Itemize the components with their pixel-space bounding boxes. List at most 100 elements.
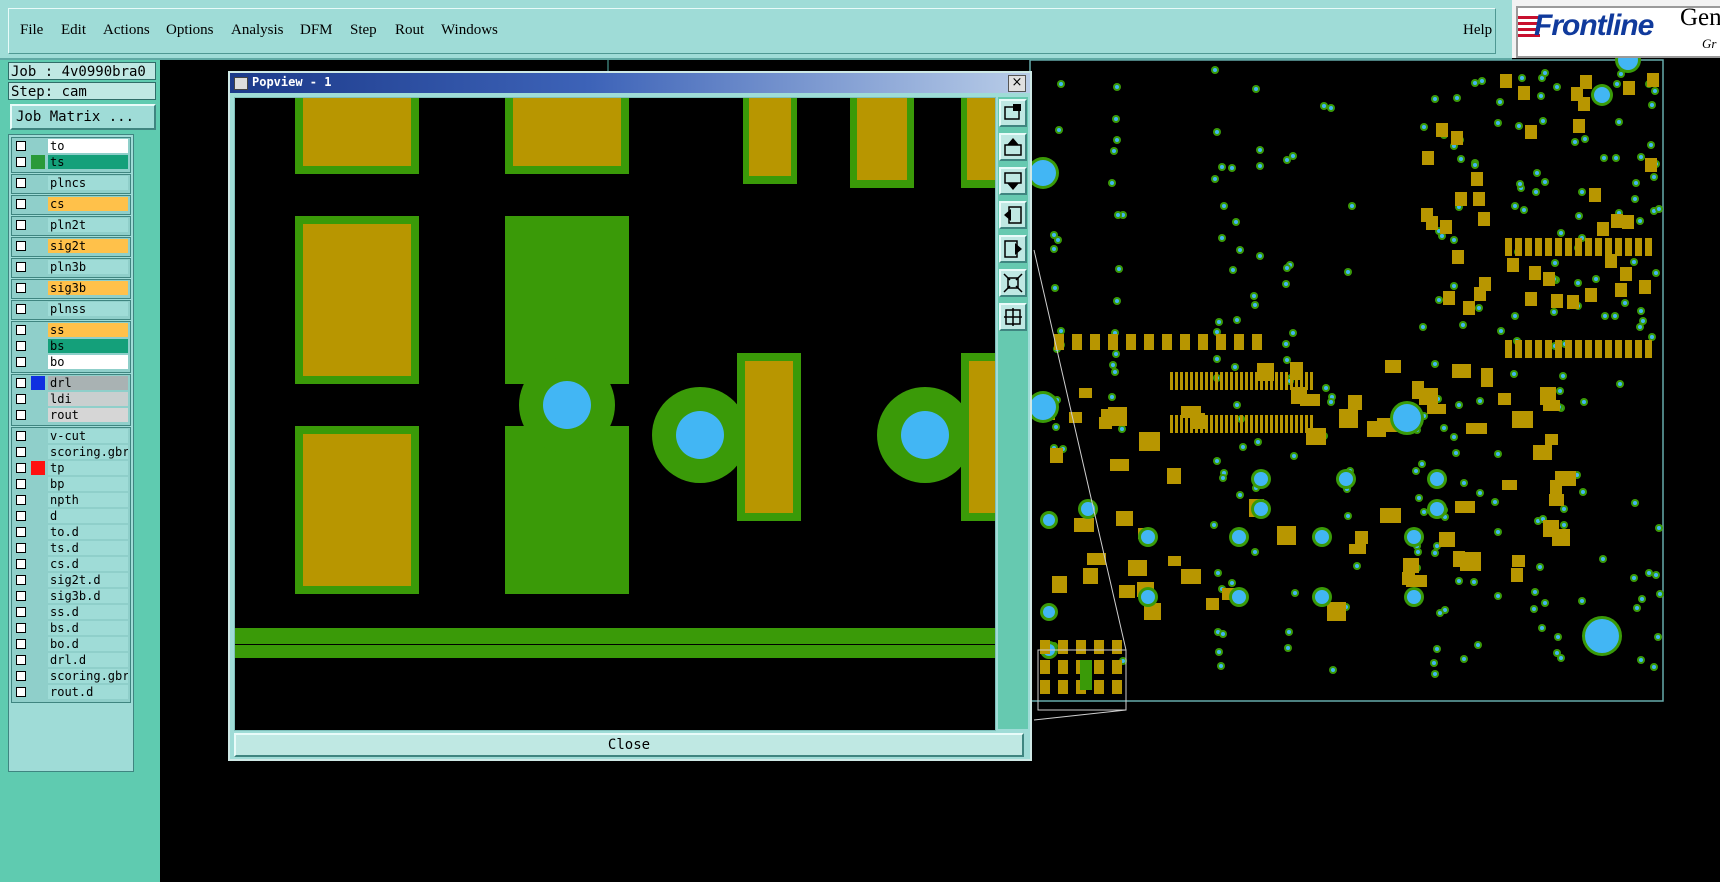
zoom-out-button[interactable] bbox=[999, 303, 1027, 331]
layer-name[interactable]: bp bbox=[48, 477, 128, 491]
layer-row[interactable]: to bbox=[12, 138, 130, 154]
layer-checkbox[interactable] bbox=[16, 262, 26, 272]
layer-checkbox[interactable] bbox=[16, 607, 26, 617]
layer-row[interactable]: plncs bbox=[12, 175, 130, 191]
layer-checkbox[interactable] bbox=[16, 410, 26, 420]
layer-row[interactable]: bo.d bbox=[12, 636, 130, 652]
layer-row[interactable]: drl bbox=[12, 375, 130, 391]
pan-right-button[interactable] bbox=[999, 235, 1027, 263]
layer-name[interactable]: bo bbox=[48, 355, 128, 369]
layer-row[interactable]: sig2t.d bbox=[12, 572, 130, 588]
layer-name[interactable]: rout bbox=[48, 408, 128, 422]
layer-row[interactable]: scoring.gbr bbox=[12, 668, 130, 684]
layer-name[interactable]: sig3b bbox=[48, 281, 128, 295]
layer-name[interactable]: plnss bbox=[48, 302, 128, 316]
layer-name[interactable]: tp bbox=[48, 461, 128, 475]
layer-checkbox[interactable] bbox=[16, 199, 26, 209]
layer-checkbox[interactable] bbox=[16, 447, 26, 457]
layer-name[interactable]: d bbox=[48, 509, 128, 523]
layer-checkbox[interactable] bbox=[16, 655, 26, 665]
layer-name[interactable]: drl bbox=[48, 376, 128, 390]
layer-name[interactable]: sig3b.d bbox=[48, 589, 128, 603]
layer-checkbox[interactable] bbox=[16, 378, 26, 388]
layer-name[interactable]: sig2t bbox=[48, 239, 128, 253]
layer-name[interactable]: scoring.gbr bbox=[48, 445, 128, 459]
layer-checkbox[interactable] bbox=[16, 559, 26, 569]
layer-row[interactable]: cs bbox=[12, 196, 130, 212]
pan-left-button[interactable] bbox=[999, 201, 1027, 229]
menu-analysis[interactable]: Analysis bbox=[231, 22, 284, 39]
layer-checkbox[interactable] bbox=[16, 575, 26, 585]
pan-down-button[interactable] bbox=[999, 167, 1027, 195]
layer-name[interactable]: scoring.gbr bbox=[48, 669, 128, 683]
popview-close-button[interactable]: Close bbox=[234, 733, 1024, 757]
layer-name[interactable]: cs.d bbox=[48, 557, 128, 571]
layer-row[interactable]: sig3b bbox=[12, 280, 130, 296]
layer-row[interactable]: rout bbox=[12, 407, 130, 423]
layer-checkbox[interactable] bbox=[16, 687, 26, 697]
layer-name[interactable]: sig2t.d bbox=[48, 573, 128, 587]
layer-row[interactable]: rout.d bbox=[12, 684, 130, 700]
layer-row[interactable]: ts bbox=[12, 154, 130, 170]
menu-rout[interactable]: Rout bbox=[395, 22, 424, 39]
layer-checkbox[interactable] bbox=[16, 431, 26, 441]
layer-name[interactable]: bs bbox=[48, 339, 128, 353]
layer-row[interactable]: d bbox=[12, 508, 130, 524]
layer-name[interactable]: v-cut bbox=[48, 429, 128, 443]
layer-checkbox[interactable] bbox=[16, 325, 26, 335]
job-matrix-button[interactable]: Job Matrix ... bbox=[10, 104, 156, 130]
layer-row[interactable]: scoring.gbr bbox=[12, 444, 130, 460]
layer-row[interactable]: pln2t bbox=[12, 217, 130, 233]
layer-checkbox[interactable] bbox=[16, 283, 26, 293]
layer-row[interactable]: bs bbox=[12, 338, 130, 354]
layer-row[interactable]: bs.d bbox=[12, 620, 130, 636]
close-icon[interactable]: × bbox=[1008, 75, 1026, 92]
layer-row[interactable]: pln3b bbox=[12, 259, 130, 275]
layer-name[interactable]: rout.d bbox=[48, 685, 128, 699]
layer-name[interactable]: to.d bbox=[48, 525, 128, 539]
popview-canvas[interactable] bbox=[234, 97, 996, 731]
menu-step[interactable]: Step bbox=[350, 22, 377, 39]
layer-checkbox[interactable] bbox=[16, 157, 26, 167]
layer-row[interactable]: tp bbox=[12, 460, 130, 476]
layer-row[interactable]: bo bbox=[12, 354, 130, 370]
layer-checkbox[interactable] bbox=[16, 220, 26, 230]
layer-checkbox[interactable] bbox=[16, 178, 26, 188]
menu-dfm[interactable]: DFM bbox=[300, 22, 333, 39]
layer-checkbox[interactable] bbox=[16, 304, 26, 314]
layer-checkbox[interactable] bbox=[16, 479, 26, 489]
layer-name[interactable]: ts bbox=[48, 155, 128, 169]
layer-row[interactable]: to.d bbox=[12, 524, 130, 540]
layer-checkbox[interactable] bbox=[16, 495, 26, 505]
layer-checkbox[interactable] bbox=[16, 341, 26, 351]
menu-actions[interactable]: Actions bbox=[103, 22, 150, 39]
layer-name[interactable]: bo.d bbox=[48, 637, 128, 651]
menu-help[interactable]: Help bbox=[1463, 22, 1492, 39]
layer-checkbox[interactable] bbox=[16, 527, 26, 537]
zoom-fit-button[interactable] bbox=[999, 99, 1027, 127]
layer-checkbox[interactable] bbox=[16, 591, 26, 601]
layer-checkbox[interactable] bbox=[16, 463, 26, 473]
layer-name[interactable]: ts.d bbox=[48, 541, 128, 555]
layer-row[interactable]: cs.d bbox=[12, 556, 130, 572]
layer-name[interactable]: pln2t bbox=[48, 218, 128, 232]
layer-name[interactable]: bs.d bbox=[48, 621, 128, 635]
layer-row[interactable]: ss bbox=[12, 322, 130, 338]
layer-checkbox[interactable] bbox=[16, 141, 26, 151]
layer-row[interactable]: ss.d bbox=[12, 604, 130, 620]
layer-name[interactable]: to bbox=[48, 139, 128, 153]
layer-checkbox[interactable] bbox=[16, 639, 26, 649]
layer-name[interactable]: ldi bbox=[48, 392, 128, 406]
layer-row[interactable]: drl.d bbox=[12, 652, 130, 668]
menu-edit[interactable]: Edit bbox=[61, 22, 86, 39]
layer-checkbox[interactable] bbox=[16, 623, 26, 633]
layer-row[interactable]: sig2t bbox=[12, 238, 130, 254]
layer-row[interactable]: plnss bbox=[12, 301, 130, 317]
layer-row[interactable]: npth bbox=[12, 492, 130, 508]
layer-checkbox[interactable] bbox=[16, 543, 26, 553]
layer-row[interactable]: ldi bbox=[12, 391, 130, 407]
layer-name[interactable]: pln3b bbox=[48, 260, 128, 274]
layer-checkbox[interactable] bbox=[16, 241, 26, 251]
menu-options[interactable]: Options bbox=[166, 22, 214, 39]
pan-up-button[interactable] bbox=[999, 133, 1027, 161]
